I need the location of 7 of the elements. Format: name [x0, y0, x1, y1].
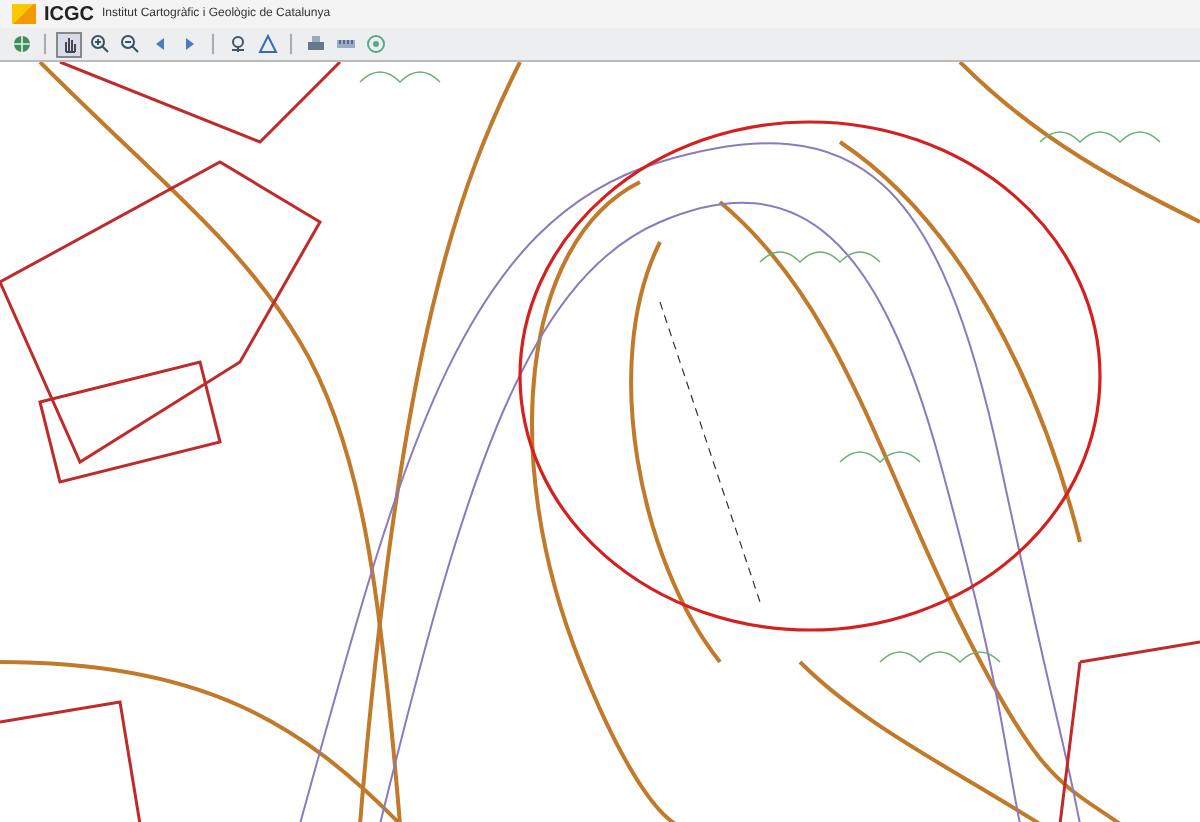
globe-icon[interactable]: [8, 31, 34, 57]
zoom-out-icon[interactable]: [116, 31, 142, 57]
logo-icon: [12, 4, 36, 24]
warning-icon[interactable]: [254, 31, 280, 57]
hand-icon[interactable]: [56, 31, 82, 57]
zoom-in-icon[interactable]: [86, 31, 112, 57]
brand-name: ICGC: [44, 3, 94, 25]
